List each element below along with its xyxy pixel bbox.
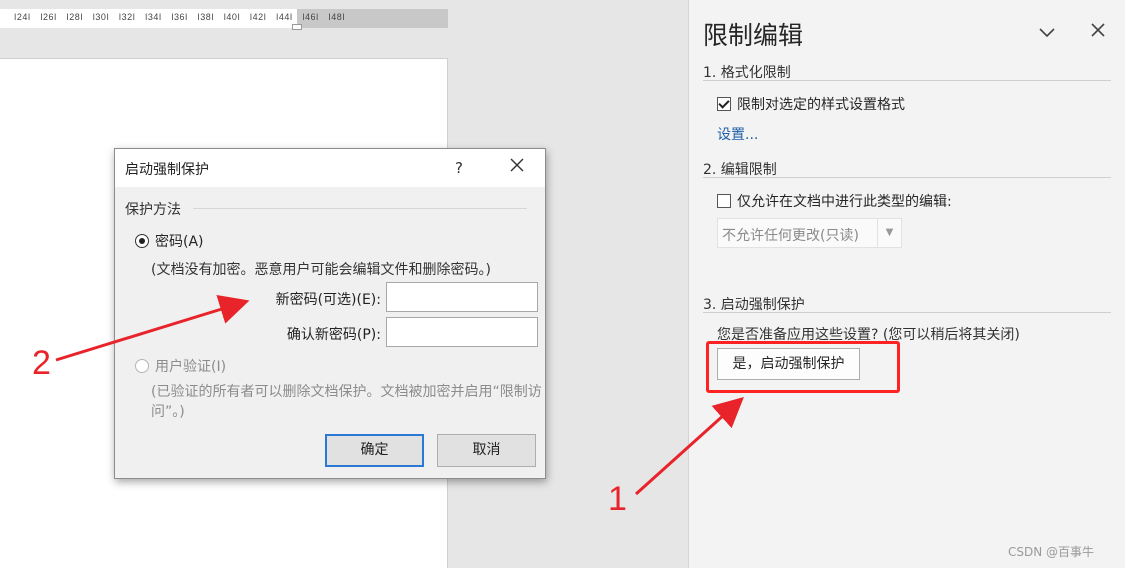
section-divider [703, 312, 1111, 313]
formatting-restriction-label: 限制对选定的样式设置格式 [737, 97, 905, 113]
close-icon [1090, 19, 1106, 43]
chevron-down-icon [1038, 19, 1056, 43]
dialog-titlebar: 启动强制保护 ? [115, 149, 545, 187]
password-radio[interactable] [135, 234, 149, 248]
pane-options-button[interactable] [1034, 18, 1060, 44]
annotation-label-1: 1 [608, 480, 627, 518]
ruler-indent-marker[interactable] [292, 24, 302, 30]
formatting-settings-link[interactable]: 设置... [717, 124, 758, 144]
ruler-tick-label: ǀ46ǀ [302, 12, 319, 22]
password-radio-label: 密码(A) [155, 234, 204, 250]
cancel-button[interactable]: 取消 [437, 434, 536, 467]
new-password-label: 新密码(可选)(E): [275, 292, 381, 308]
formatting-restriction-checkbox[interactable] [717, 97, 731, 111]
dialog-title: 启动强制保护 [125, 162, 209, 178]
ruler-tick-label: ǀ30ǀ [92, 12, 110, 22]
section-formatting-heading: 1. 格式化限制 [703, 65, 791, 81]
dropdown-arrow-icon: ▼ [877, 219, 901, 247]
dialog-close-button[interactable] [503, 153, 531, 181]
restrict-editing-pane: 限制编辑 1. 格式化限制 限制对选定的样式设置格式 设置... 2. 编辑限制… [688, 0, 1125, 568]
ruler-tick-label: ǀ34ǀ [145, 12, 162, 22]
section-enforce-heading: 3. 启动强制保护 [703, 297, 805, 313]
pane-title: 限制编辑 [703, 21, 804, 50]
section-divider [703, 80, 1111, 81]
ruler-tick-label: ǀ32ǀ [118, 12, 136, 22]
user-auth-note: (已验证的所有者可以删除文档保护。文档被加密并启用“限制访问”。) [151, 384, 542, 420]
pane-close-button[interactable] [1085, 18, 1111, 44]
horizontal-ruler: ǀ24ǀ ǀ26ǀ ǀ28ǀ ǀ30ǀ ǀ32ǀ ǀ34ǀ ǀ36ǀ ǀ38ǀ ǀ40ǀ ǀ42ǀ… [0, 0, 688, 32]
ruler-tick-label: ǀ36ǀ [171, 12, 188, 22]
editing-restriction-checkbox[interactable] [717, 194, 731, 208]
highlight-box [706, 341, 900, 393]
ok-button[interactable]: 确定 [325, 434, 424, 467]
editing-restriction-label: 仅允许在文档中进行此类型的编辑: [737, 194, 952, 210]
user-auth-radio-label: 用户验证(I) [155, 359, 227, 375]
ruler-tick-label: ǀ42ǀ [249, 12, 267, 22]
user-auth-radio-row[interactable]: 用户验证(I) [135, 356, 226, 376]
password-note: (文档没有加密。恶意用户可能会编辑文件和删除密码。) [151, 262, 491, 278]
user-auth-radio[interactable] [135, 359, 149, 373]
ruler-tick-label: ǀ44ǀ [276, 12, 293, 22]
section-divider [703, 177, 1111, 178]
ruler-tick-label: ǀ40ǀ [223, 12, 241, 22]
ruler-tick-label: ǀ26ǀ [40, 12, 57, 22]
editing-type-dropdown[interactable]: 不允许任何更改(只读) ▼ [717, 218, 902, 248]
ruler-tick-label: ǀ24ǀ [14, 12, 31, 22]
ruler-tick-label: ǀ38ǀ [197, 12, 215, 22]
close-icon [509, 154, 525, 179]
group-divider [193, 208, 527, 209]
confirm-password-label: 确认新密码(P): [286, 327, 381, 343]
ruler-margin-shade [297, 9, 448, 28]
new-password-input[interactable] [386, 282, 538, 312]
editing-restriction-checkbox-row[interactable]: 仅允许在文档中进行此类型的编辑: [717, 191, 952, 211]
password-radio-row[interactable]: 密码(A) [135, 231, 204, 251]
section-editing-heading: 2. 编辑限制 [703, 162, 777, 178]
formatting-restriction-checkbox-row[interactable]: 限制对选定的样式设置格式 [717, 94, 905, 114]
help-button[interactable]: ? [449, 155, 469, 181]
protection-method-label: 保护方法 [125, 202, 181, 218]
start-enforcing-dialog: 启动强制保护 ? 保护方法 密码(A) (文档没有加密。恶意用户可能会编辑文件和… [114, 148, 546, 479]
editing-type-value: 不允许任何更改(只读) [722, 228, 859, 244]
annotation-label-2: 2 [32, 344, 51, 382]
watermark: CSDN @百事牛 [1008, 545, 1095, 559]
ruler-tick-label: ǀ48ǀ [328, 12, 346, 22]
confirm-password-input[interactable] [386, 317, 538, 347]
ruler-tick-label: ǀ28ǀ [66, 12, 84, 22]
